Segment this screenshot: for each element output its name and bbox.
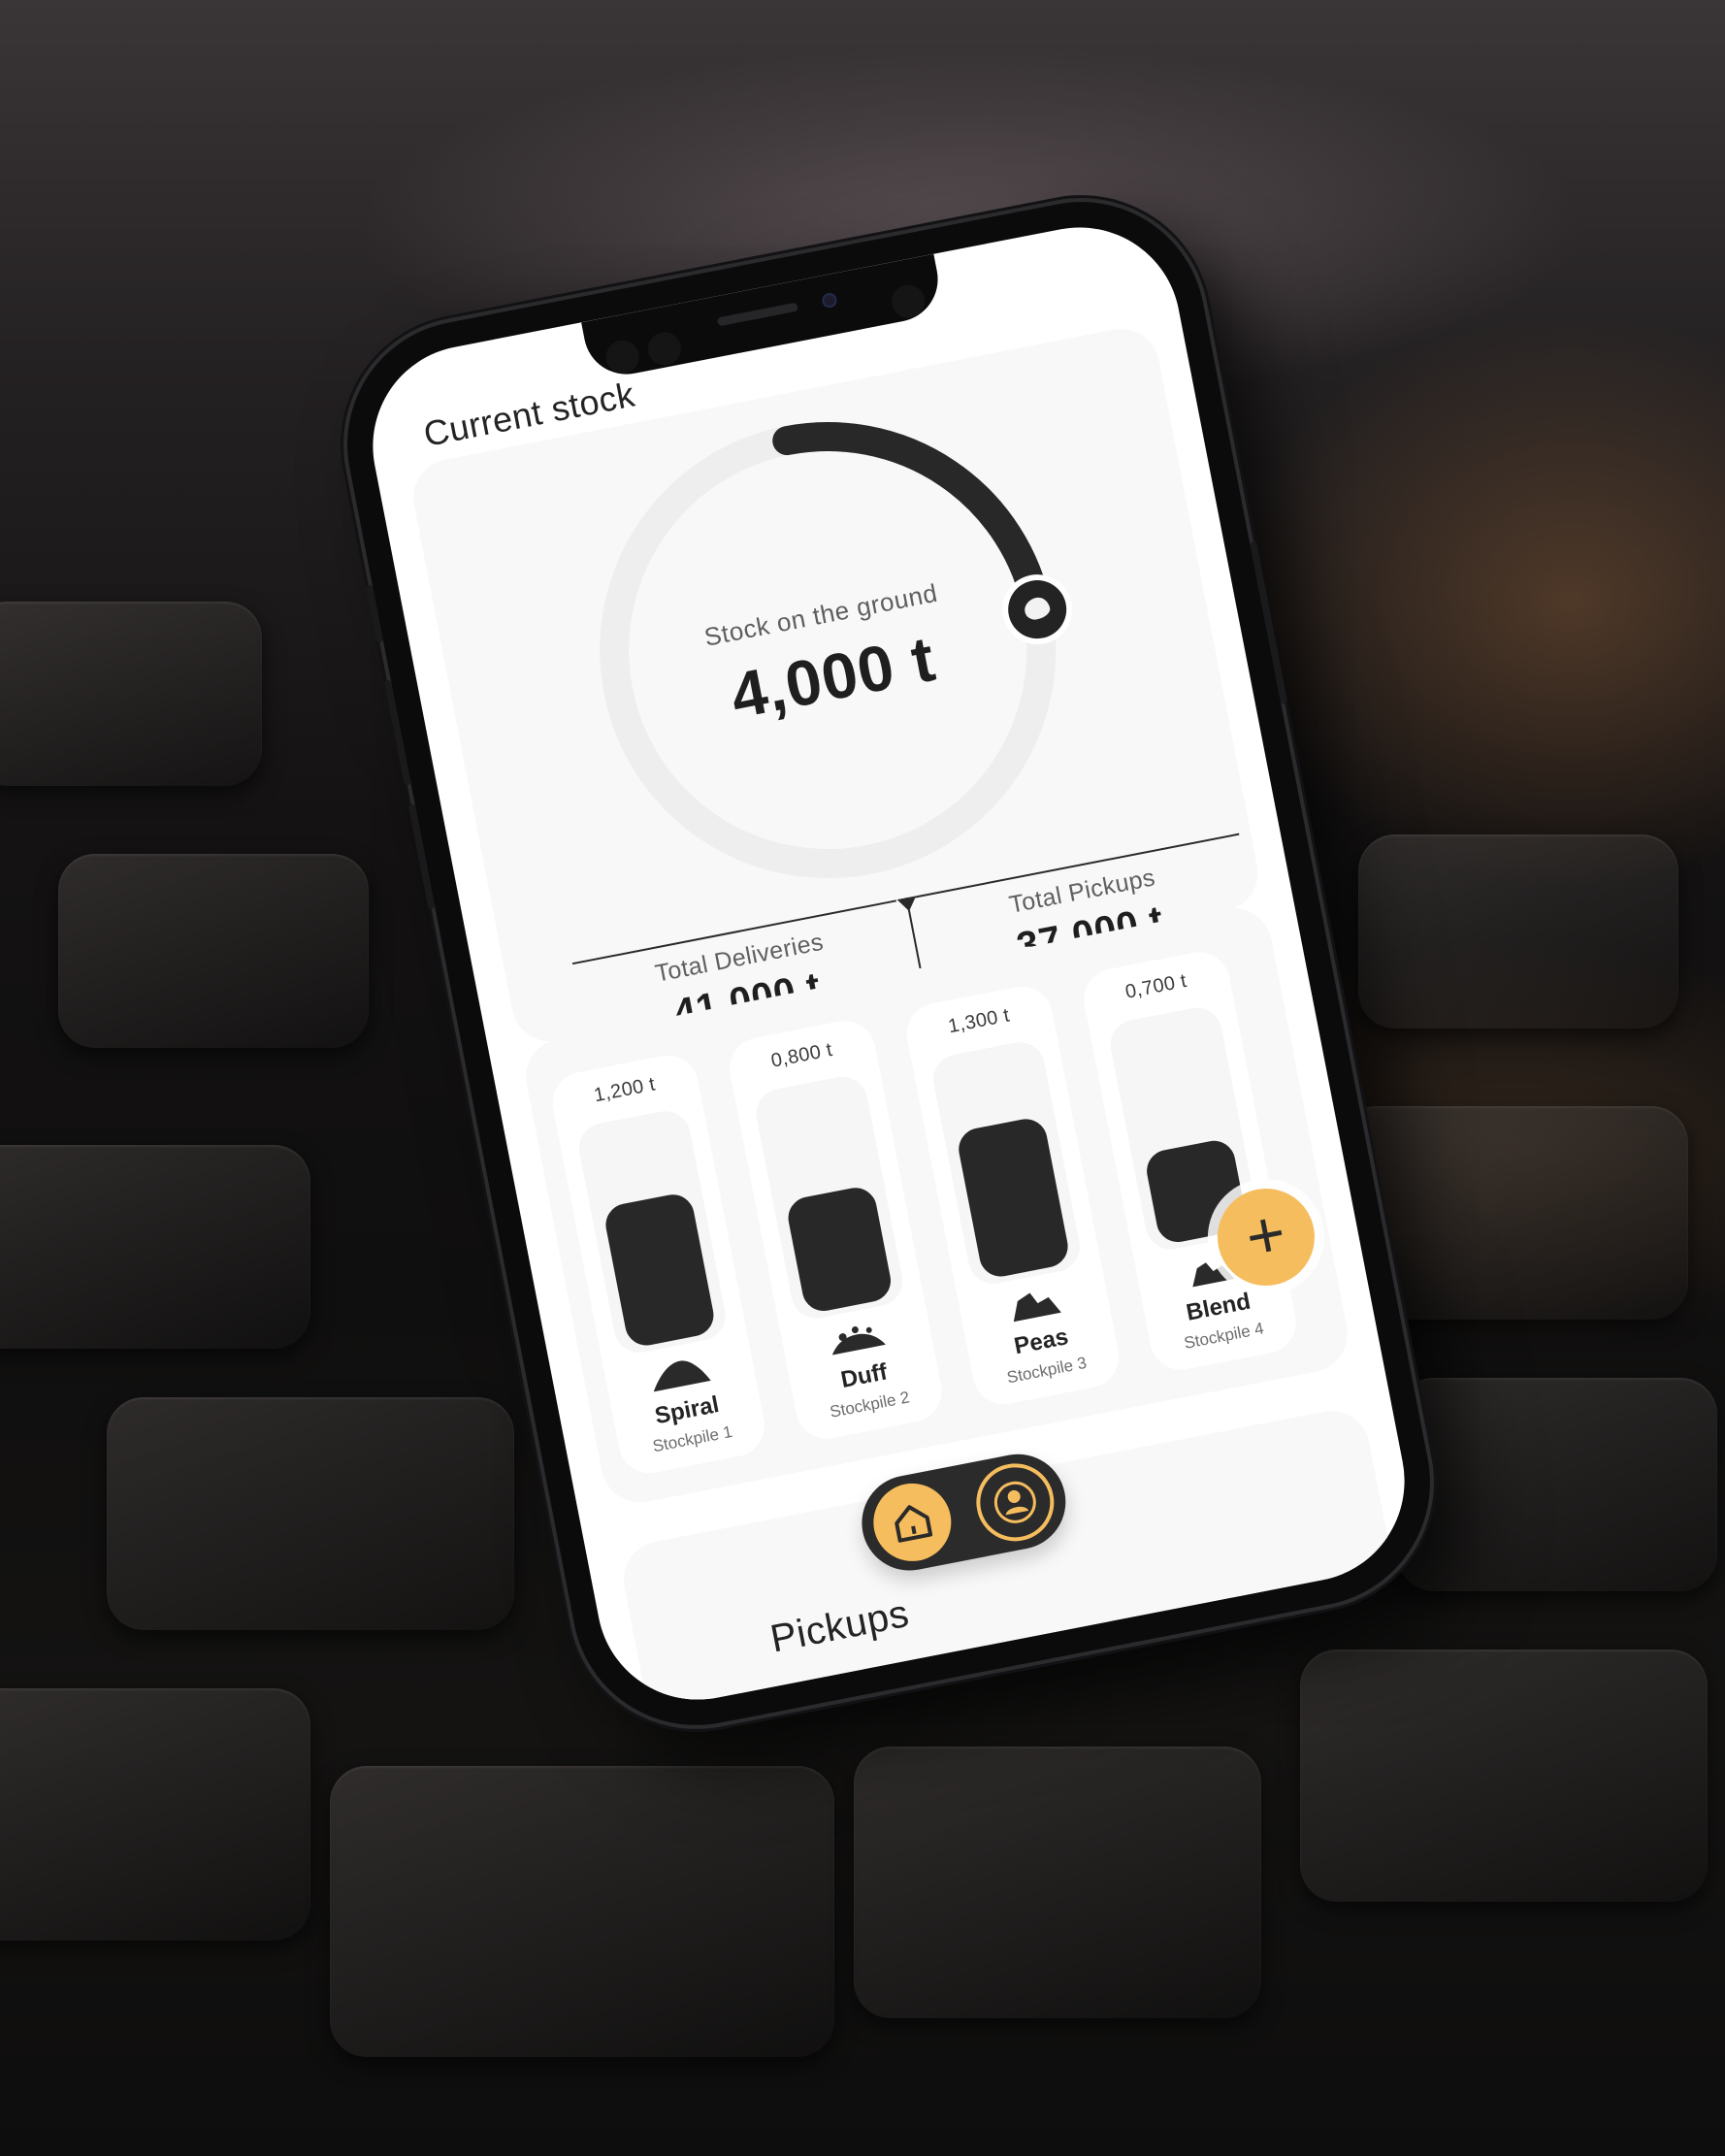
nav-profile-button[interactable] xyxy=(969,1456,1061,1549)
stockpile-level-track xyxy=(752,1072,907,1323)
app-screen: Current stock Stock on the ground 4,000 … xyxy=(355,210,1422,1717)
front-sensor xyxy=(644,329,684,369)
stockpile-level-bar xyxy=(784,1184,895,1315)
stockpile-card-spiral[interactable]: 1,200 t Spiral Stockpile 1 xyxy=(547,1050,770,1479)
stock-gauge: Stock on the ground 4,000 t xyxy=(543,366,1112,934)
nav-home-button[interactable] xyxy=(866,1477,959,1568)
crumb-heap-icon xyxy=(831,1326,886,1356)
home-icon xyxy=(895,1505,933,1543)
earpiece-speaker xyxy=(716,302,798,327)
front-sensor xyxy=(602,337,642,376)
phone-mockup: Current stock Stock on the ground 4,000 … xyxy=(325,180,1452,1747)
stockpile-amount: 1,300 t xyxy=(946,1004,1012,1038)
front-camera xyxy=(821,291,838,310)
stockpile-amount: 0,700 t xyxy=(1123,969,1189,1003)
stockpile-level-track xyxy=(928,1037,1085,1289)
stockpile-level-bar xyxy=(955,1115,1072,1281)
stockpile-card-duff[interactable]: 0,800 t Duff Stockpile 2 xyxy=(724,1015,948,1445)
lump-heap-icon xyxy=(1013,1292,1061,1323)
front-sensor xyxy=(889,281,928,321)
profile-icon xyxy=(993,1481,1036,1523)
stockpile-level-track xyxy=(574,1106,731,1357)
stockpile-card-blend[interactable]: 0,700 t Blend Stockpile 4 xyxy=(1078,946,1302,1376)
stockpile-amount: 1,200 t xyxy=(592,1073,658,1107)
fine-heap-icon xyxy=(653,1360,711,1392)
stockpile-card-peas[interactable]: 1,300 t Peas Stockpile 3 xyxy=(901,981,1124,1410)
stockpile-level-bar xyxy=(602,1191,718,1350)
stockpile-amount: 0,800 t xyxy=(768,1038,834,1072)
